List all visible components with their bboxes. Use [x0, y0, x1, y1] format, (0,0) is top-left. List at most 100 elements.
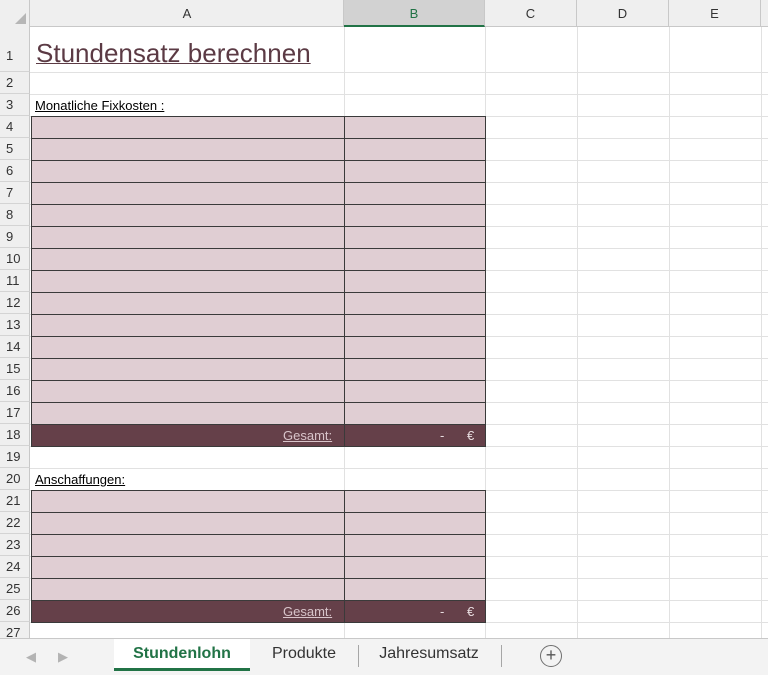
row-header[interactable]: 23	[0, 534, 30, 556]
sheet-tab-bar: ◀ ▶ Stundenlohn Produkte Jahresumsatz +	[0, 638, 768, 675]
column-header-bar: A B C D E	[0, 0, 768, 27]
fixkosten-name-cell[interactable]	[31, 138, 345, 161]
row-header[interactable]: 22	[0, 512, 30, 534]
grid-line	[30, 468, 768, 469]
fixkosten-name-cell[interactable]	[31, 248, 345, 271]
fixkosten-amount-cell[interactable]	[344, 248, 486, 271]
tab-stundenlohn[interactable]: Stundenlohn	[114, 639, 250, 671]
row-header[interactable]: 26	[0, 600, 30, 622]
fixkosten-name-cell[interactable]	[31, 226, 345, 249]
row-header[interactable]: 17	[0, 402, 30, 424]
anschaffungen-section-label: Anschaffungen:	[35, 472, 126, 487]
previous-sheet-arrow-icon[interactable]: ◀	[26, 639, 36, 675]
grid-line	[577, 27, 578, 638]
grid-line	[761, 27, 762, 638]
row-header[interactable]: 9	[0, 226, 30, 248]
fixkosten-amount-cell[interactable]	[344, 270, 486, 293]
row-header[interactable]: 7	[0, 182, 30, 204]
select-all-triangle-icon	[15, 13, 26, 24]
fixkosten-name-cell[interactable]	[31, 314, 345, 337]
row-header[interactable]: 10	[0, 248, 30, 270]
anschaffungen-name-cell[interactable]	[31, 556, 345, 579]
fixkosten-name-cell[interactable]	[31, 160, 345, 183]
fixkosten-amount-cell[interactable]	[344, 336, 486, 359]
column-header-e[interactable]: E	[669, 0, 761, 27]
row-header[interactable]: 14	[0, 336, 30, 358]
tab-divider	[358, 645, 359, 667]
fixkosten-total-currency: €	[467, 428, 475, 443]
fixkosten-name-cell[interactable]	[31, 116, 345, 139]
fixkosten-amount-cell[interactable]	[344, 292, 486, 315]
anschaffungen-name-cell[interactable]	[31, 534, 345, 557]
anschaffungen-total-value-cell[interactable]	[344, 600, 486, 623]
fixkosten-amount-cell[interactable]	[344, 314, 486, 337]
add-sheet-icon[interactable]: +	[540, 645, 562, 667]
fixkosten-amount-cell[interactable]	[344, 182, 486, 205]
fixkosten-amount-cell[interactable]	[344, 226, 486, 249]
row-header[interactable]: 18	[0, 424, 30, 446]
row-header[interactable]: 20	[0, 468, 30, 490]
fixkosten-amount-cell[interactable]	[344, 138, 486, 161]
grid-line	[30, 72, 768, 73]
anschaffungen-amount-cell[interactable]	[344, 490, 486, 513]
row-header[interactable]: 13	[0, 314, 30, 336]
row-header[interactable]: 24	[0, 556, 30, 578]
row-header[interactable]: 19	[0, 446, 30, 468]
fixkosten-name-cell[interactable]	[31, 182, 345, 205]
fixkosten-name-cell[interactable]	[31, 380, 345, 403]
fixkosten-amount-cell[interactable]	[344, 116, 486, 139]
fixkosten-total-value-cell[interactable]	[344, 424, 486, 447]
column-header-a[interactable]: A	[31, 0, 344, 27]
fixkosten-name-cell[interactable]	[31, 336, 345, 359]
fixkosten-name-cell[interactable]	[31, 204, 345, 227]
row-header[interactable]: 11	[0, 270, 30, 292]
anschaffungen-amount-cell[interactable]	[344, 534, 486, 557]
row-header[interactable]: 3	[0, 94, 30, 116]
tab-divider	[501, 645, 502, 667]
sheet-title: Stundensatz berechnen	[36, 38, 311, 68]
anschaffungen-total-dash: -	[440, 604, 445, 619]
grid-line	[30, 94, 768, 95]
fixkosten-amount-cell[interactable]	[344, 160, 486, 183]
row-header[interactable]: 27	[0, 622, 30, 638]
row-header[interactable]: 8	[0, 204, 30, 226]
fixkosten-section-label: Monatliche Fixkosten :	[35, 98, 165, 113]
fixkosten-total-label: Gesamt:	[283, 428, 333, 443]
select-all-corner[interactable]	[0, 0, 30, 27]
row-header[interactable]: 21	[0, 490, 30, 512]
anschaffungen-name-cell[interactable]	[31, 512, 345, 535]
row-header[interactable]: 1	[0, 27, 30, 72]
row-header[interactable]: 15	[0, 358, 30, 380]
anschaffungen-name-cell[interactable]	[31, 490, 345, 513]
anschaffungen-total-label: Gesamt:	[283, 604, 333, 619]
anschaffungen-amount-cell[interactable]	[344, 556, 486, 579]
row-header[interactable]: 12	[0, 292, 30, 314]
tab-produkte[interactable]: Produkte	[254, 639, 354, 669]
anschaffungen-name-cell[interactable]	[31, 578, 345, 601]
fixkosten-name-cell[interactable]	[31, 402, 345, 425]
anschaffungen-amount-cell[interactable]	[344, 512, 486, 535]
fixkosten-amount-cell[interactable]	[344, 358, 486, 381]
row-header[interactable]: 25	[0, 578, 30, 600]
anschaffungen-amount-cell[interactable]	[344, 578, 486, 601]
column-header-c[interactable]: C	[485, 0, 577, 27]
row-header[interactable]: 6	[0, 160, 30, 182]
fixkosten-name-cell[interactable]	[31, 358, 345, 381]
row-header[interactable]: 4	[0, 116, 30, 138]
fixkosten-amount-cell[interactable]	[344, 380, 486, 403]
column-header-d[interactable]: D	[577, 0, 669, 27]
fixkosten-name-cell[interactable]	[31, 292, 345, 315]
fixkosten-name-cell[interactable]	[31, 270, 345, 293]
row-header[interactable]: 2	[0, 72, 30, 94]
next-sheet-arrow-icon[interactable]: ▶	[58, 639, 68, 675]
anschaffungen-total-currency: €	[467, 604, 475, 619]
tab-jahresumsatz[interactable]: Jahresumsatz	[362, 639, 496, 669]
column-header-b[interactable]: B	[344, 0, 485, 27]
row-header[interactable]: 5	[0, 138, 30, 160]
fixkosten-amount-cell[interactable]	[344, 204, 486, 227]
spreadsheet-grid[interactable]: A B C D E Stundensatz berechnen Monatlic…	[0, 0, 768, 638]
fixkosten-amount-cell[interactable]	[344, 402, 486, 425]
fixkosten-total-dash: -	[440, 428, 445, 443]
row-header[interactable]: 16	[0, 380, 30, 402]
grid-line	[669, 27, 670, 638]
